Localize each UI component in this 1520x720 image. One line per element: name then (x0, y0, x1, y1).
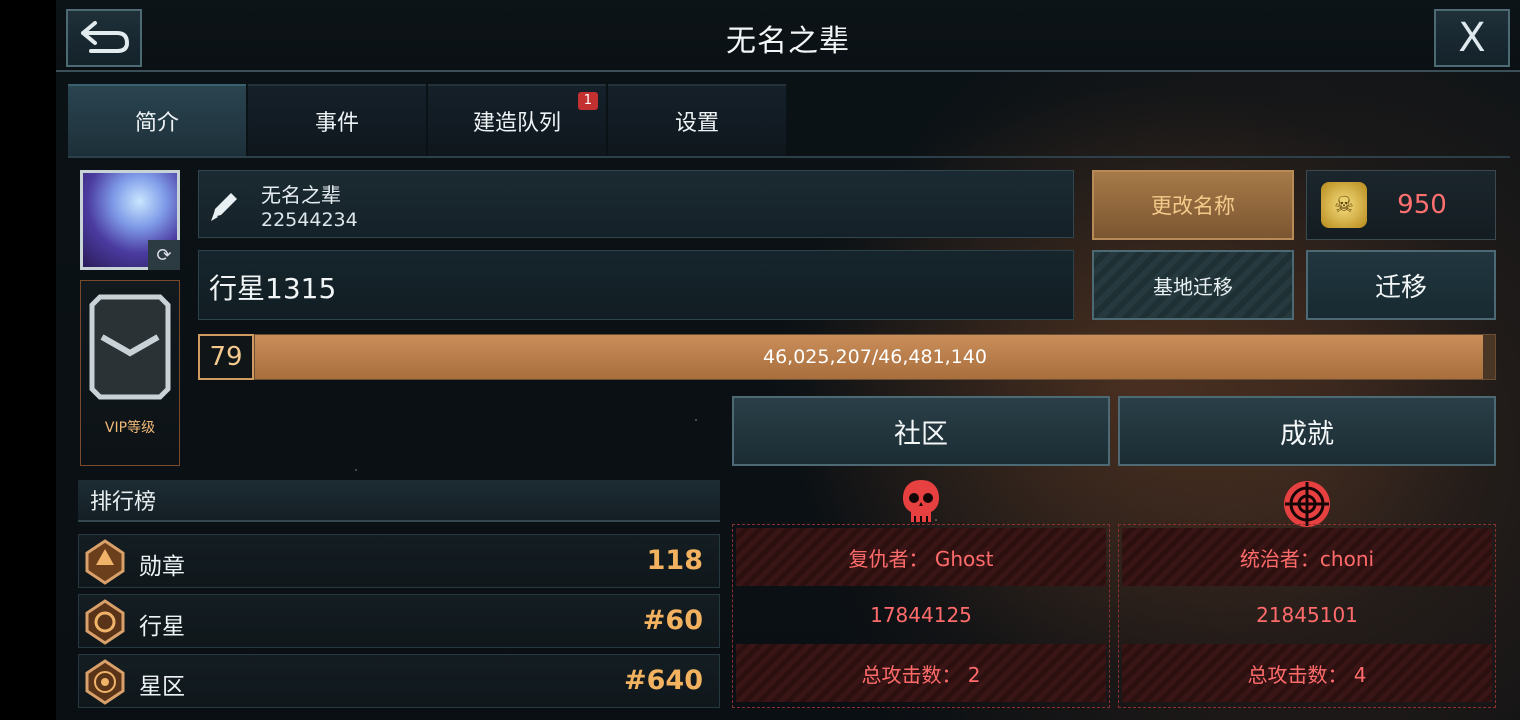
tab-bar: 简介 事件 建造队列 1 设置 (68, 84, 786, 156)
ranking-label: 行星 (139, 614, 185, 640)
ranking-header: 排行榜 (78, 480, 720, 522)
planet-name: 行星1315 (209, 272, 337, 305)
refresh-icon[interactable]: ⟳ (148, 240, 180, 270)
ruler-attacks: 总攻击数： 4 (1122, 644, 1492, 702)
ruler-title: 统治者：choni (1122, 528, 1492, 586)
coin-balance: ☠ 950 (1306, 170, 1496, 240)
planet-bar: 行星1315 (198, 250, 1074, 320)
ranking-value: 118 (646, 545, 703, 576)
player-name: 无名之辈 (261, 183, 341, 207)
avatar[interactable]: ⟳ (80, 170, 180, 270)
ranking-value: #640 (624, 665, 703, 696)
ruler-score: 21845101 (1256, 603, 1358, 627)
tab-label: 事件 (314, 111, 359, 136)
ranking-row-medals[interactable]: 勋章 118 (78, 534, 720, 588)
planet-rank-icon (85, 599, 125, 645)
vip-shield-icon (89, 294, 171, 400)
tab-settings[interactable]: 设置 (608, 84, 786, 156)
experience-bar: 46,025,207/46,481,140 (254, 334, 1496, 380)
avenger-score: 17844125 (870, 603, 972, 627)
skull-icon (903, 480, 939, 522)
notification-badge: 1 (577, 92, 598, 110)
crosshair-icon (1284, 481, 1330, 527)
ranking-label: 勋章 (139, 554, 185, 580)
coin-amount: 950 (1397, 190, 1447, 220)
tab-label: 建造队列 (472, 111, 561, 136)
ranking-label: 星区 (139, 674, 185, 700)
experience-text: 46,025,207/46,481,140 (763, 346, 987, 368)
ranking-row-planet[interactable]: 行星 #60 (78, 594, 720, 648)
achievements-button[interactable]: 成就 (1118, 396, 1496, 466)
avenger-panel: 复仇者： Ghost 17844125 总攻击数： 2 (732, 476, 1110, 710)
avenger-title: 复仇者： Ghost (736, 528, 1106, 586)
ranking-value: #60 (642, 605, 703, 636)
skull-icon-wrap (732, 478, 1110, 528)
tab-build-queue[interactable]: 建造队列 1 (428, 84, 606, 156)
close-button[interactable]: X (1434, 9, 1510, 67)
tab-label: 简介 (134, 111, 179, 136)
tab-label: 设置 (674, 111, 719, 136)
tab-profile[interactable]: 简介 (68, 84, 246, 156)
migrate-button[interactable]: 迁移 (1306, 250, 1496, 320)
top-bar: 无名之辈 X (56, 0, 1520, 72)
tab-events[interactable]: 事件 (248, 84, 426, 156)
rename-button[interactable]: 更改名称 (1092, 170, 1294, 240)
target-icon-wrap (1118, 478, 1496, 528)
vip-level-card[interactable]: VIP等级 (80, 280, 180, 466)
ranking-row-sector[interactable]: 星区 #640 (78, 654, 720, 708)
pencil-icon[interactable] (207, 189, 241, 223)
medal-icon (85, 539, 125, 585)
coin-icon: ☠ (1321, 182, 1367, 228)
page-title: 无名之辈 (726, 24, 850, 59)
player-level: 79 (198, 334, 254, 380)
avenger-attacks: 总攻击数： 2 (736, 644, 1106, 702)
sector-rank-icon (85, 659, 125, 705)
player-id: 22544234 (261, 209, 358, 231)
vip-label: VIP等级 (104, 420, 156, 436)
game-screen: 无名之辈 X 简介 事件 建造队列 1 设置 ⟳ VIP等级 无名之辈 2254… (56, 0, 1520, 720)
ruler-panel: 统治者：choni 21845101 总攻击数： 4 (1118, 476, 1496, 710)
ranking-title: 排行榜 (90, 490, 157, 515)
community-button[interactable]: 社区 (732, 396, 1110, 466)
relocate-base-button[interactable]: 基地迁移 (1092, 250, 1294, 320)
name-bar: 无名之辈 22544234 (198, 170, 1074, 238)
